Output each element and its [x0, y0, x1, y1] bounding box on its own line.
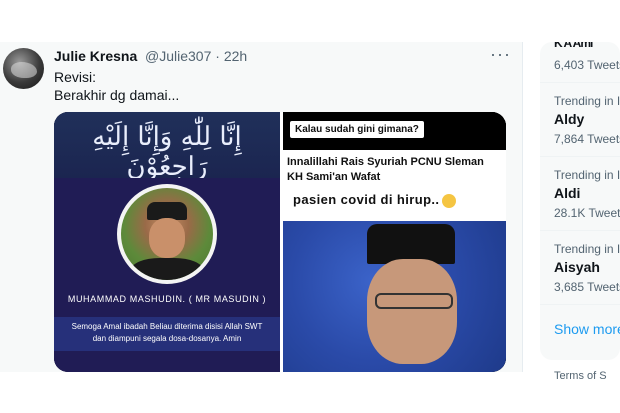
- caption-strip: Kalau sudah gini gimana?: [283, 112, 506, 150]
- trend-count: 28.1K Tweets: [554, 206, 620, 220]
- overlay-caption: pasien covid di hirup..: [293, 192, 457, 208]
- face-shape-right: [367, 259, 457, 364]
- timeline-feed: Julie Kresna @Julie307 · 22h ··· Revisi:…: [0, 42, 523, 372]
- trend-count: 3,685 Tweets: [554, 280, 620, 294]
- author-handle-and-time[interactable]: @Julie307 · 22h: [145, 48, 247, 64]
- author-name[interactable]: Julie Kresna: [54, 48, 137, 64]
- headline-line-2: KH Sami'an Wafat: [287, 171, 381, 183]
- tweet-media[interactable]: إِنَّا لِلّٰهِ وَإِنَّا إِلَيْهِ رَاجِعُ…: [54, 112, 506, 372]
- trend-meta: Trending in I: [554, 94, 620, 108]
- avatar-image: [11, 62, 37, 78]
- trend-count-cut: 6,403 Tweets: [554, 58, 620, 72]
- headline-line-1: Innalillahi Rais Syuriah PCNU Sleman: [287, 156, 484, 168]
- top-strip: [0, 0, 620, 42]
- footer-link[interactable]: Terms of S: [554, 370, 607, 382]
- trend-separator: [540, 156, 620, 157]
- prayer-line-2: dan diampuni segala dosa-dosanya. Amin: [92, 334, 242, 343]
- tweet[interactable]: Julie Kresna @Julie307 · 22h ··· Revisi:…: [0, 42, 522, 372]
- shirt-shape: [131, 258, 203, 280]
- arabic-banner: إِنَّا لِلّٰهِ وَإِنَّا إِلَيْهِ رَاجِعُ…: [54, 112, 280, 182]
- glasses-shape: [375, 293, 453, 309]
- media-image-right[interactable]: Kalau sudah gini gimana? Innalillahi Rai…: [283, 112, 506, 372]
- show-more-link[interactable]: Show more: [554, 321, 620, 337]
- trends-sidebar: K A Ami 6,403 Tweets Trending in I Aldy …: [540, 42, 620, 360]
- tweet-text-line-2: Berakhir dg damai...: [54, 87, 180, 103]
- author-handle[interactable]: @Julie307: [145, 48, 211, 64]
- trend-name-cut[interactable]: K A Ami: [554, 42, 593, 50]
- anxious-face-emoji-icon: [442, 193, 457, 208]
- more-options-icon[interactable]: ···: [490, 44, 511, 65]
- trend-separator: [540, 82, 620, 83]
- trend-count: 7,864 Tweets: [554, 132, 620, 146]
- portrait-photo-right: [283, 221, 506, 372]
- bottom-strip: [0, 372, 620, 413]
- trend-separator: [540, 304, 620, 305]
- portrait-photo: [121, 188, 213, 280]
- overlay-text: pasien covid di hirup..: [293, 192, 440, 207]
- trend-separator: [540, 230, 620, 231]
- trend-meta: Trending in I: [554, 242, 620, 256]
- trend-name[interactable]: Aisyah: [554, 259, 600, 275]
- peci-cap-shape: [367, 224, 455, 264]
- author-avatar[interactable]: [3, 48, 44, 89]
- trend-name[interactable]: Aldi: [554, 185, 580, 201]
- media-image-left[interactable]: إِنَّا لِلّٰهِ وَإِنَّا إِلَيْهِ رَاجِعُ…: [54, 112, 280, 372]
- deceased-name: MUHAMMAD MASHUDIN. ( MR MASUDIN ): [67, 294, 267, 304]
- trend-name[interactable]: Aldy: [554, 111, 584, 127]
- prayer-line-1: Semoga Amal ibadah Beliau diterima disis…: [71, 322, 263, 331]
- arabic-calligraphy: إِنَّا لِلّٰهِ وَإِنَّا إِلَيْهِ رَاجِعُ…: [92, 122, 242, 182]
- face-shape: [149, 218, 185, 258]
- tweet-text-line-1: Revisi:: [54, 69, 97, 85]
- trend-meta: Trending in I: [554, 168, 620, 182]
- caption-box: Kalau sudah gini gimana?: [290, 121, 424, 138]
- tweet-time[interactable]: · 22h: [215, 48, 247, 64]
